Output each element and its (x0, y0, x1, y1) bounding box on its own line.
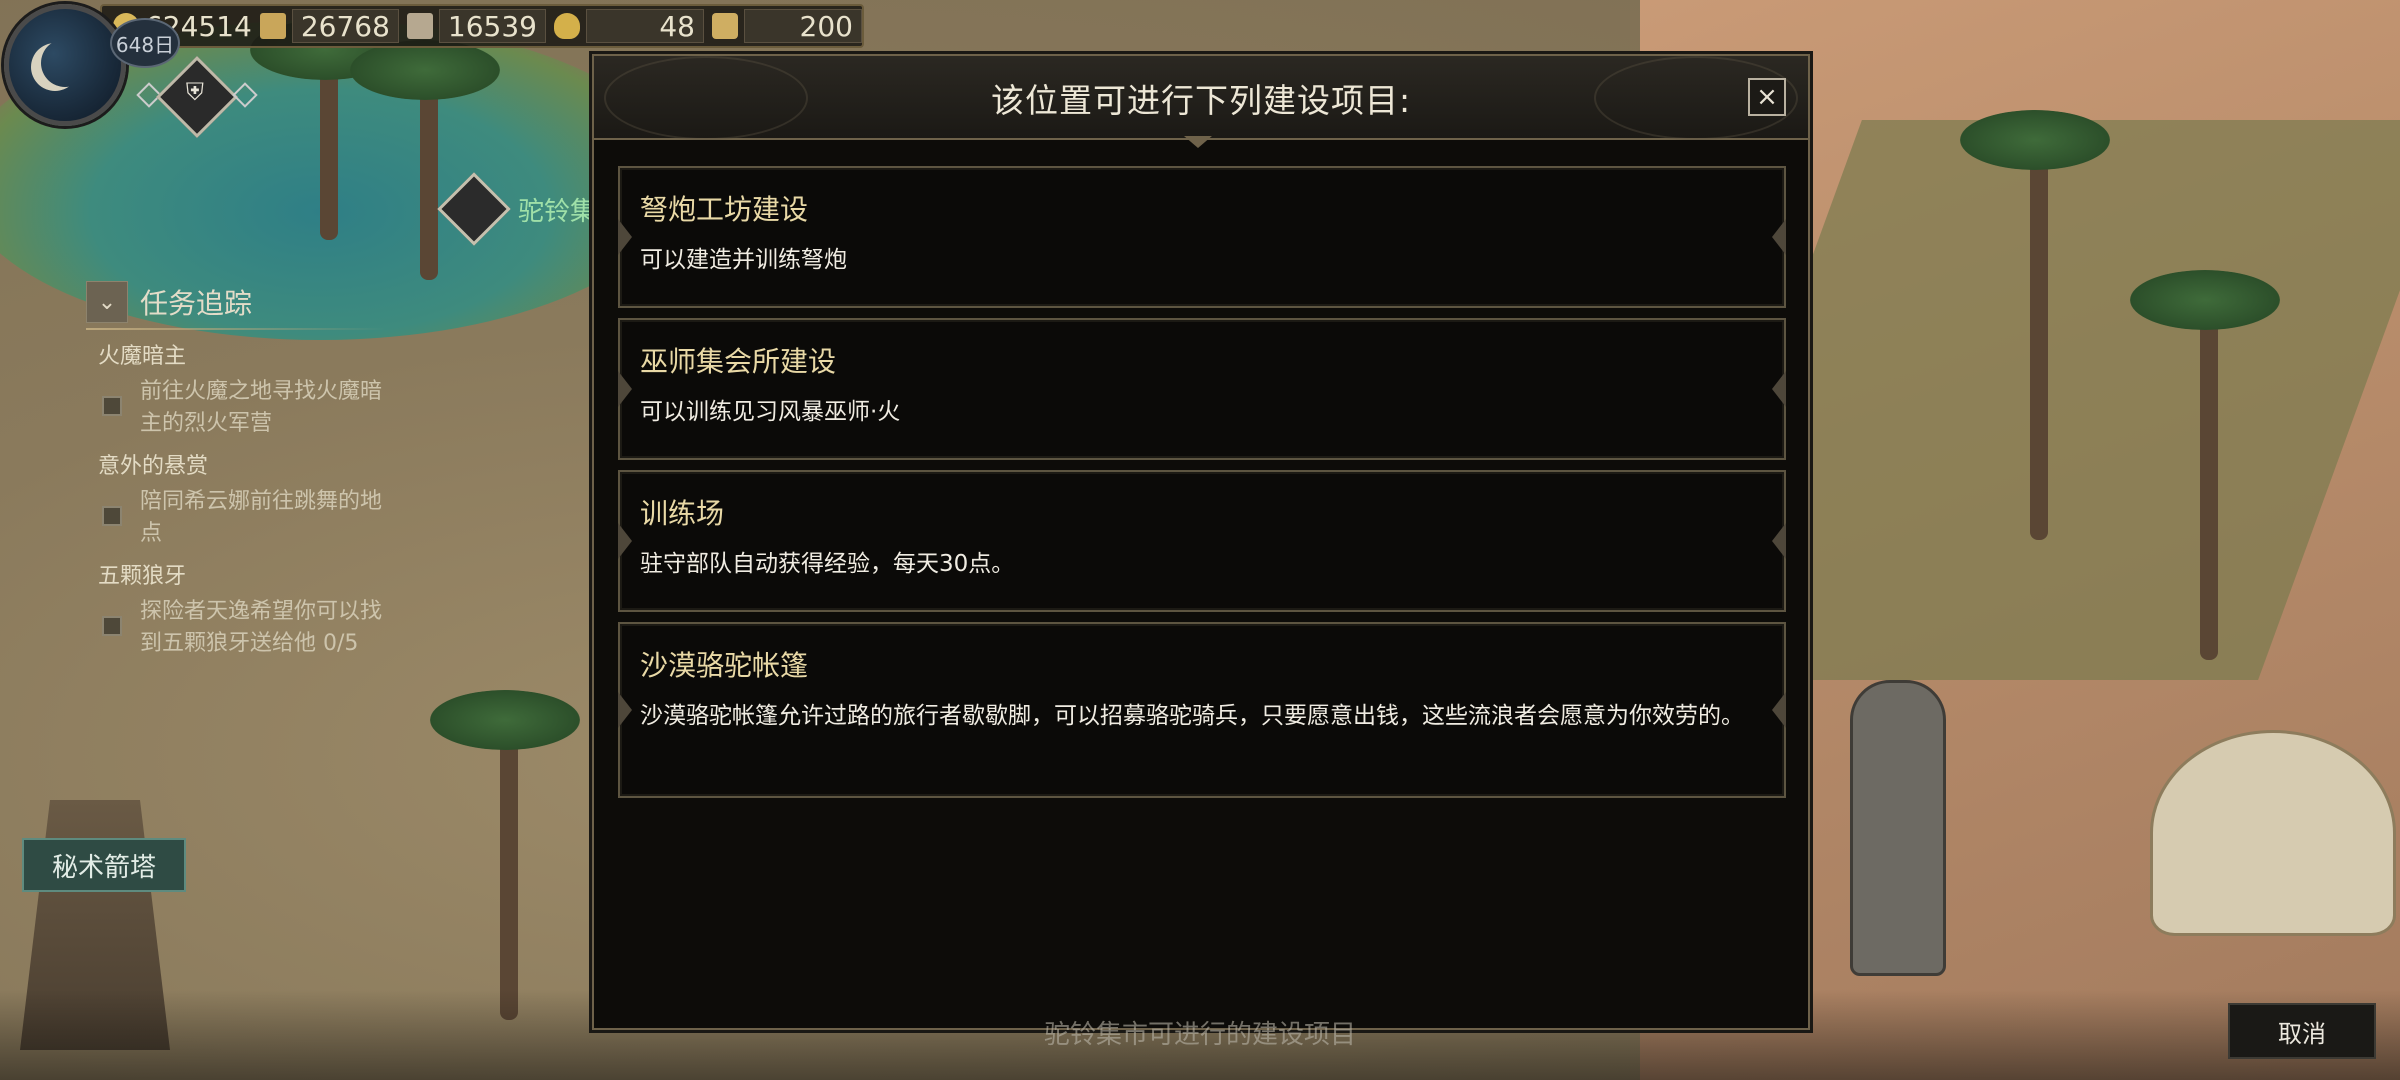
option-notch (618, 219, 632, 255)
build-options-dialog: 该位置可进行下列建设项目: × 弩炮工坊建设 可以建造并训练弩炮 巫师集会所建设… (592, 54, 1810, 1030)
close-button[interactable]: × (1748, 78, 1786, 116)
palm-fronds (430, 690, 580, 750)
quest-tracker-title: 任务追踪 (140, 287, 253, 320)
option-notch (618, 523, 632, 559)
cancel-button[interactable]: 取消 (2228, 1003, 2376, 1059)
palm-tree (500, 720, 518, 1020)
resource-bar: 624514 26768 16539 48 200 (100, 4, 864, 48)
quest-category[interactable]: 五颗狼牙 (98, 558, 386, 590)
build-option-training-ground[interactable]: 训练场 驻守部队自动获得经验，每天30点。 (618, 470, 1786, 612)
option-title: 沙漠骆驼帐篷 (640, 649, 809, 682)
divider (86, 328, 386, 330)
option-title: 训练场 (640, 497, 725, 530)
option-notch (1772, 219, 1786, 255)
option-description: 沙漠骆驼帐篷允许过路的旅行者歇歇脚，可以招募骆驼骑兵，只要愿意出钱，这些流浪者会… (640, 703, 1744, 729)
header-pointer-icon (1184, 136, 1212, 148)
resource-wood: 26768 (252, 6, 399, 46)
moon-icon (41, 39, 89, 87)
food-value: 48 (586, 9, 704, 43)
quest-tracker-header: ⌄ 任务追踪 (86, 278, 386, 326)
dialog-header: 该位置可进行下列建设项目: × (594, 56, 1808, 140)
stone-value: 16539 (438, 9, 546, 43)
chevron-down-icon: ⌄ (97, 289, 117, 315)
palm-fronds (2130, 270, 2280, 330)
build-option-camel-tent[interactable]: 沙漠骆驼帐篷 沙漠骆驼帐篷允许过路的旅行者歇歇脚，可以招募骆驼骑兵，只要愿意出钱… (618, 622, 1786, 798)
option-title: 巫师集会所建设 (640, 345, 837, 378)
quest-checkbox (102, 506, 122, 526)
option-notch (1772, 371, 1786, 407)
food-icon (554, 13, 580, 39)
quest-checkbox (102, 616, 122, 636)
resource-scroll: 200 (704, 6, 862, 46)
option-notch (618, 371, 632, 407)
guard-soldier[interactable] (1850, 680, 1946, 976)
build-option-wizard-guild[interactable]: 巫师集会所建设 可以训练见习风暴巫师·火 (618, 318, 1786, 460)
close-icon: × (1756, 82, 1778, 112)
option-description: 可以训练见习风暴巫师·火 (640, 399, 901, 425)
quest-item[interactable]: 前往火魔之地寻找火魔暗主的烈火军营 (102, 376, 386, 440)
collapse-quests-button[interactable]: ⌄ (86, 281, 128, 323)
footer-hint: 驼铃集市可进行的建设项目 (1043, 1020, 1356, 1050)
quest-tracker: ⌄ 任务追踪 火魔暗主 前往火魔之地寻找火魔暗主的烈火军营 意外的悬赏 陪同希云… (86, 278, 386, 668)
tower-map-label[interactable]: 秘术箭塔 (22, 838, 186, 892)
option-description: 可以建造并训练弩炮 (640, 247, 847, 273)
quest-text: 前往火魔之地寻找火魔暗主的烈火军营 (140, 379, 383, 436)
palm-fronds (1960, 110, 2110, 170)
quest-text: 探险者天逸希望你可以找到五颗狼牙送给他 0/5 (140, 599, 383, 656)
option-title: 弩炮工坊建设 (640, 193, 809, 226)
palm-tree (2030, 140, 2048, 540)
wood-value: 26768 (291, 9, 399, 43)
scroll-value: 200 (744, 9, 862, 43)
option-description: 驻守部队自动获得经验，每天30点。 (640, 551, 1015, 577)
scroll-icon (712, 13, 738, 39)
quest-text: 陪同希云娜前往跳舞的地点 (140, 489, 383, 546)
quest-category[interactable]: 火魔暗主 (98, 338, 386, 370)
option-notch (1772, 692, 1786, 728)
quest-category[interactable]: 意外的悬赏 (98, 448, 386, 480)
day-night-clock[interactable] (4, 4, 126, 126)
day-counter: 648日 (110, 18, 180, 68)
palm-fronds (350, 40, 500, 100)
resource-food: 48 (546, 6, 704, 46)
build-option-ballista-workshop[interactable]: 弩炮工坊建设 可以建造并训练弩炮 (618, 166, 1786, 308)
quest-item[interactable]: 陪同希云娜前往跳舞的地点 (102, 486, 386, 550)
location-name: 驼铃集 (518, 196, 597, 227)
shield-icon: ⛨ (185, 78, 204, 107)
camel-tent-building[interactable] (2150, 730, 2396, 936)
resource-stone: 16539 (399, 6, 546, 46)
option-notch (1772, 523, 1786, 559)
location-marker[interactable]: 驼铃集 (437, 172, 597, 246)
stone-icon (406, 13, 433, 39)
option-notch (618, 692, 632, 728)
dialog-title: 该位置可进行下列建设项目: (990, 81, 1412, 120)
palm-tree (2200, 300, 2218, 660)
wood-icon (259, 13, 286, 39)
quest-checkbox (102, 396, 122, 416)
quest-item[interactable]: 探险者天逸希望你可以找到五颗狼牙送给他 0/5 (102, 596, 386, 660)
